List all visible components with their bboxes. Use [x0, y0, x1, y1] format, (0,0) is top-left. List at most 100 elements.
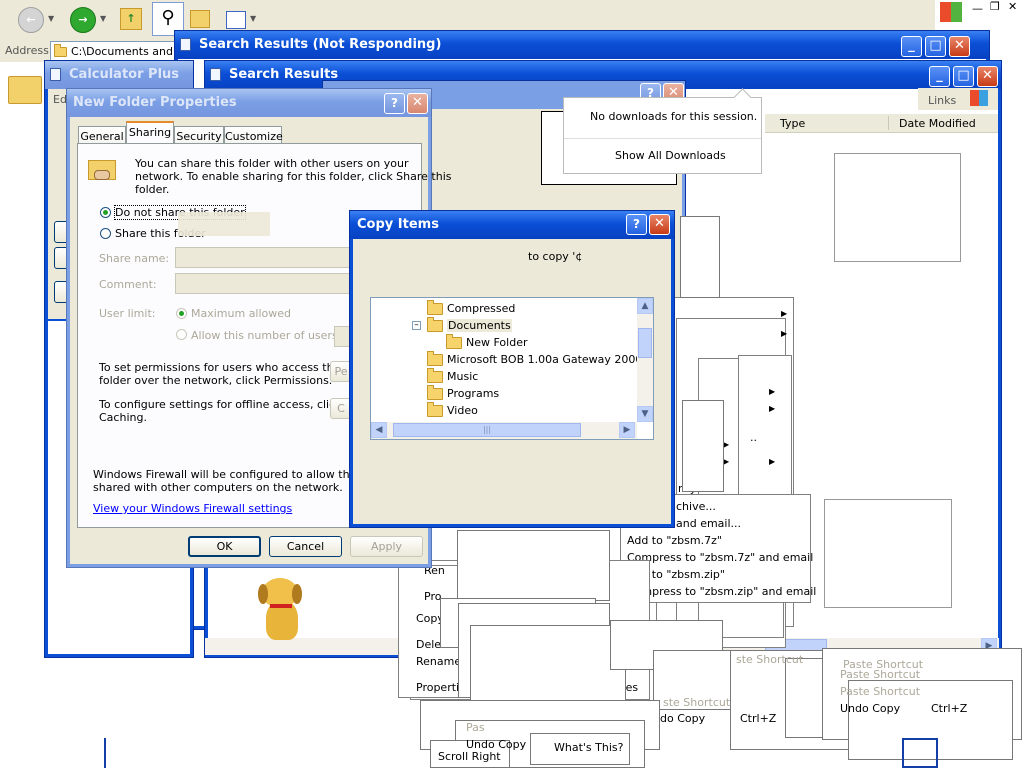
address-value: C:\Documents and Se — [71, 45, 191, 58]
submenu-arrow-icon: ▶ — [769, 457, 776, 466]
menu-item-whats-this[interactable]: What's This? — [554, 741, 623, 754]
close-button[interactable]: ✕ — [407, 93, 428, 114]
hscroll-thumb[interactable]: ||| — [393, 423, 581, 437]
show-all-downloads-link[interactable]: Show All Downloads — [615, 149, 726, 162]
share-name-label: Share name: — [99, 252, 170, 265]
stacked-menu — [738, 355, 792, 495]
folder-open-icon — [427, 317, 443, 332]
vscroll-thumb[interactable] — [638, 328, 652, 358]
tab-sharing[interactable]: Sharing — [126, 121, 174, 144]
folders-icon[interactable] — [190, 10, 210, 28]
blank-window — [682, 400, 724, 492]
ok-button[interactable]: OK — [188, 536, 261, 557]
properties-title: New Folder Properties — [73, 95, 237, 110]
hand-shape — [94, 170, 110, 180]
menu-item[interactable]: and email... — [676, 517, 741, 530]
explorer-close-icon[interactable]: ✕ — [1008, 0, 1017, 13]
folder-icon — [54, 44, 67, 57]
vertical-line — [104, 738, 106, 768]
close-button[interactable]: ✕ — [949, 36, 970, 57]
tree-label: Compressed — [447, 302, 516, 315]
menu-item-undo-copy[interactable]: Undo Copy — [840, 702, 900, 715]
scroll-right-button[interactable]: ▶ — [619, 422, 635, 438]
calculator-titlebar: Calculator Plus — [45, 61, 193, 89]
popup-divider — [564, 138, 761, 139]
apply-button[interactable]: Apply — [350, 536, 423, 557]
views-dropdown-icon[interactable]: ▼ — [250, 14, 256, 23]
close-button[interactable]: ✕ — [977, 66, 998, 87]
tree-row[interactable]: Programs — [427, 385, 647, 401]
radio-do-not-share[interactable] — [100, 207, 111, 218]
menu-item[interactable]: chive... — [676, 500, 716, 513]
minimize-button[interactable]: _ — [901, 36, 922, 57]
scroll-left-button[interactable]: ◀ — [371, 422, 387, 438]
window-icon — [210, 68, 221, 81]
calculator-title: Calculator Plus — [69, 67, 180, 82]
forward-button[interactable]: → — [70, 7, 96, 33]
comment-input[interactable] — [175, 273, 350, 294]
menu-item-scroll-right[interactable]: Scroll Right — [438, 750, 501, 763]
menu-item-paste[interactable]: Pas — [466, 721, 485, 734]
minimize-button[interactable]: _ — [929, 66, 950, 87]
menu-item-rename[interactable]: Rename — [416, 655, 461, 668]
folder-icon — [427, 368, 443, 383]
tree-row-selected[interactable]: Documents — [427, 317, 647, 333]
scroll-up-button[interactable]: ▲ — [637, 298, 653, 314]
permissions-text-1: To set permissions for users who access … — [99, 361, 343, 374]
tree-row[interactable]: Video — [427, 402, 647, 418]
menu-item-add-7z[interactable]: Add to "zbsm.7z" — [627, 534, 722, 547]
maximize-button[interactable]: □ — [953, 66, 974, 87]
column-type[interactable]: Type — [780, 117, 805, 130]
firewall-settings-link[interactable]: View your Windows Firewall settings — [93, 502, 292, 515]
scroll-down-button[interactable]: ▼ — [637, 406, 653, 422]
explorer-restore-icon[interactable]: ❐ — [990, 0, 1000, 13]
tree-label: New Folder — [466, 336, 528, 349]
tree-vscrollbar[interactable]: ▲ ▼ — [637, 298, 653, 422]
copy-caption: to copy '¢ — [528, 250, 583, 263]
firewall-text-2: shared with other computers on the netwo… — [93, 481, 343, 494]
tree-row[interactable]: Music — [427, 368, 647, 384]
cancel-button[interactable]: Cancel — [269, 536, 342, 557]
radio-allow-users[interactable] — [176, 329, 187, 340]
label-allow-users[interactable]: Allow this number of users: — [191, 329, 341, 342]
radio-maximum-allowed[interactable] — [176, 308, 187, 319]
radio-share[interactable] — [100, 228, 111, 239]
downloads-message: No downloads for this session. — [590, 110, 758, 123]
intro-line-2: network. To enable sharing for this fold… — [135, 170, 452, 183]
tree-row[interactable]: New Folder — [446, 334, 646, 350]
back-dropdown-icon[interactable]: ▼ — [48, 14, 54, 23]
tree-hscrollbar[interactable]: ◀ ||| ▶ — [371, 422, 637, 439]
help-button[interactable]: ? — [626, 214, 647, 235]
label-maximum-allowed[interactable]: Maximum allowed — [191, 307, 291, 320]
ghost-overlay — [178, 212, 270, 236]
menu-item-compress-zip-email[interactable]: Compress to "zbsm.zip" and email — [627, 585, 816, 598]
address-input[interactable]: C:\Documents and Se — [50, 41, 190, 61]
share-name-input[interactable] — [175, 247, 350, 268]
back-button[interactable]: ← — [18, 7, 44, 33]
intro-line-3: folder. — [135, 183, 170, 196]
close-button[interactable]: ✕ — [649, 214, 670, 235]
menu-item-paste-shortcut[interactable]: Paste Shortcut — [840, 685, 920, 698]
tree-row[interactable]: Microsoft BOB 1.00a Gateway 2000 Edi — [427, 351, 653, 367]
permissions-text-2: folder over the network, click Permissio… — [99, 374, 333, 387]
tree-label: Microsoft BOB 1.00a Gateway 2000 Edi — [447, 353, 654, 366]
tree-row[interactable]: Compressed — [427, 300, 647, 316]
menu-item-properties[interactable]: Pro — [424, 590, 441, 603]
forward-dropdown-icon[interactable]: ▼ — [100, 14, 106, 23]
intro-line-1: You can share this folder with other use… — [135, 157, 409, 170]
column-date-modified[interactable]: Date Modified — [899, 117, 976, 130]
blank-window — [680, 216, 720, 298]
links-label[interactable]: Links — [928, 94, 956, 107]
views-icon[interactable] — [226, 11, 246, 29]
help-button[interactable]: ? — [384, 93, 405, 114]
downloads-popup: No downloads for this session. Show All … — [563, 88, 762, 174]
menu-item-undo-copy[interactable]: do Copy — [660, 712, 705, 725]
up-folder-icon[interactable]: ↑ — [120, 8, 142, 30]
search-companion-dog-icon[interactable] — [256, 578, 316, 648]
explorer-min-icon[interactable]: — — [972, 2, 983, 15]
maximize-button[interactable]: □ — [925, 36, 946, 57]
user-limit-label: User limit: — [99, 307, 156, 320]
menu-item-compress-7z-email[interactable]: Compress to "zbsm.7z" and email — [627, 551, 813, 564]
folder-tree[interactable]: Compressed – Documents New Folder Micros… — [370, 297, 654, 440]
collapse-icon[interactable]: – — [412, 321, 421, 330]
